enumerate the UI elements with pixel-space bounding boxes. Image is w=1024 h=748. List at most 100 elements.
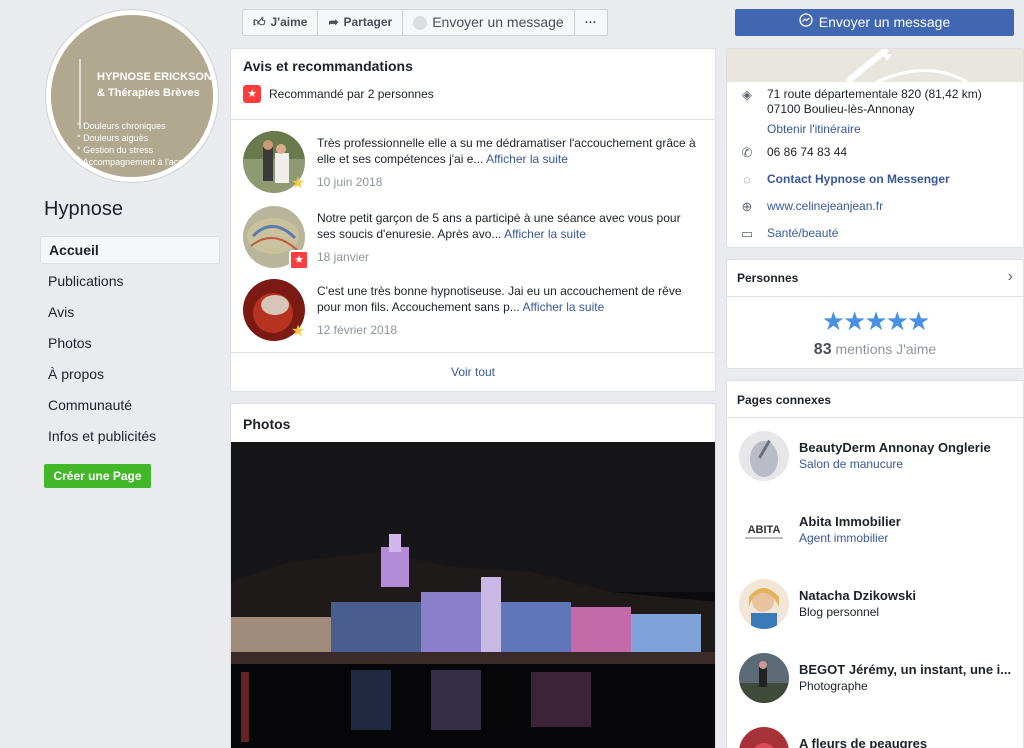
message-label: Envoyer un message <box>432 14 564 30</box>
messenger-icon <box>799 9 813 36</box>
nav-item-accueil[interactable]: Accueil <box>40 236 220 264</box>
related-page-name[interactable]: BEGOT Jérémy, un instant, une i... <box>799 662 1017 677</box>
nav-item-avis[interactable]: Avis <box>40 298 220 326</box>
related-page-item[interactable]: Natacha Dzikowski Blog personnel <box>739 579 1019 633</box>
related-page-item[interactable]: A fleurs de peaugres <box>739 727 1019 748</box>
see-all-link[interactable]: Voir tout <box>231 365 715 379</box>
star-badge-icon: ★ <box>290 323 306 340</box>
related-page-item[interactable]: ABITA Abita Immobilier Agent immobilier <box>739 505 1019 559</box>
show-more-link[interactable]: Afficher la suite <box>504 227 586 241</box>
review-date[interactable]: 18 janvier <box>317 250 369 264</box>
related-page-item[interactable]: BeautyDerm Annonay Onglerie Salon de man… <box>739 431 1019 485</box>
messenger-icon <box>413 15 428 30</box>
related-page-name[interactable]: A fleurs de peaugres <box>799 736 1017 748</box>
star-badge-icon: ★ <box>290 175 306 192</box>
messenger-icon: ◌ <box>743 172 751 187</box>
address-line1: 71 route départementale 820 (81,42 km) <box>767 87 982 101</box>
profile-line1: HYPNOSE ERICKSONIE <box>97 71 218 83</box>
profile-bullet: ° Accompagnement à l'acc <box>77 157 183 167</box>
related-page-item[interactable]: BEGOT Jérémy, un instant, une i... Photo… <box>739 653 1019 707</box>
chevron-right-icon[interactable]: › <box>1008 268 1013 286</box>
show-more-link[interactable]: Afficher la suite <box>522 300 604 314</box>
category-tag-icon: ▭ <box>740 226 754 241</box>
info-card: ◈ 71 route départementale 820 (81,42 km)… <box>726 48 1024 248</box>
people-card: Personnes › ★★★★★ 83 mentions J'aime <box>726 259 1024 369</box>
send-message-button[interactable]: Envoyer un message <box>735 9 1014 36</box>
nav-item-infos-publicites[interactable]: Infos et publicités <box>40 422 220 450</box>
svg-text:ABITA: ABITA <box>748 524 781 536</box>
profile-picture[interactable]: HYPNOSE ERICKSONIE & Thérapies Brèves ° … <box>46 10 218 182</box>
divider <box>727 296 1023 297</box>
address-line2: 07100 Boulieu-lès-Annonay <box>767 102 915 116</box>
share-arrow-icon: ➦ <box>328 15 339 29</box>
directions-diamond-icon: ◈ <box>742 87 752 102</box>
profile-line2: & Thérapies Brèves <box>97 87 200 99</box>
photos-title: Photos <box>243 416 291 432</box>
rating-stars: ★★★★★ <box>821 306 931 336</box>
reviews-card: Avis et recommandations ★ Recommandé par… <box>230 48 716 392</box>
nav-item-photos[interactable]: Photos <box>40 329 220 357</box>
related-page-avatar[interactable] <box>739 431 789 481</box>
reviews-title: Avis et recommandations <box>243 58 413 74</box>
related-page-category[interactable]: Agent immobilier <box>799 531 888 545</box>
related-page-name[interactable]: BeautyDerm Annonay Onglerie <box>799 440 1017 455</box>
review-body: Notre petit garçon de 5 ans a participé … <box>317 211 681 241</box>
recommendation-badge-icon: ★ <box>289 250 309 270</box>
recommendation-summary: ★ Recommandé par 2 personnes <box>243 85 434 103</box>
review-text: Très professionnelle elle a su me dédram… <box>317 135 697 167</box>
recommendation-icon: ★ <box>243 85 261 103</box>
review-body: C'est une très bonne hypnotiseuse. Jai e… <box>317 284 682 314</box>
people-title[interactable]: Personnes <box>737 271 798 285</box>
address-row: ◈ 71 route départementale 820 (81,42 km)… <box>737 87 982 137</box>
page-action-bar: 👍︎ J'aime ➦ Partager Envoyer un message … <box>242 9 608 36</box>
divider <box>231 352 715 353</box>
get-directions-link[interactable]: Obtenir l'itinéraire <box>767 122 982 137</box>
related-page-avatar[interactable] <box>739 579 789 629</box>
globe-icon: ⊕ <box>741 199 753 214</box>
more-button[interactable]: ··· <box>575 10 607 35</box>
nav-item-communaute[interactable]: Communauté <box>40 391 220 419</box>
profile-bullet: ° Gestion du stress <box>77 145 154 155</box>
show-more-link[interactable]: Afficher la suite <box>486 152 568 166</box>
related-page-category[interactable]: Blog personnel <box>799 605 879 619</box>
website-link[interactable]: www.celinejeanjean.fr <box>767 199 883 215</box>
phone-number[interactable]: 06 86 74 83 44 <box>767 145 847 161</box>
send-message-label: Envoyer un message <box>818 14 951 30</box>
related-page-name[interactable]: Abita Immobilier <box>799 514 1017 529</box>
review-date[interactable]: 10 juin 2018 <box>317 175 382 189</box>
related-page-name[interactable]: Natacha Dzikowski <box>799 588 1017 603</box>
related-page-category[interactable]: Salon de manucure <box>799 457 903 471</box>
like-button[interactable]: 👍︎ J'aime <box>243 10 319 35</box>
create-page-button[interactable]: Créer une Page <box>44 464 151 488</box>
profile-bullet: ° Douleurs aiguës <box>77 133 149 143</box>
related-page-avatar[interactable]: ABITA <box>739 505 789 555</box>
related-pages-card: Pages connexes BeautyDerm Annonay Ongler… <box>726 380 1024 748</box>
review-item: ★ C'est une très bonne hypnotiseuse. Jai… <box>243 279 713 349</box>
share-button[interactable]: ➦ Partager <box>318 10 404 35</box>
review-date[interactable]: 12 février 2018 <box>317 323 397 337</box>
thumbs-up-icon: 👍︎ <box>253 15 266 29</box>
category-link[interactable]: Santé/beauté <box>767 226 838 242</box>
messenger-contact-link[interactable]: Contact Hypnose on Messenger <box>767 172 950 188</box>
phone-row: ✆ 06 86 74 83 44 <box>737 145 848 161</box>
related-page-category[interactable]: Photographe <box>799 679 868 693</box>
message-button[interactable]: Envoyer un message <box>403 10 575 35</box>
nav-item-a-propos[interactable]: À propos <box>40 360 220 388</box>
related-page-avatar[interactable] <box>739 727 789 748</box>
related-page-avatar[interactable] <box>739 653 789 703</box>
like-label: J'aime <box>270 15 308 29</box>
likes-count: 83 <box>813 341 832 358</box>
category-row: ▭ Santé/beauté <box>737 226 839 242</box>
location-map[interactable] <box>727 49 1023 85</box>
review-item: ★ Très professionnelle elle a su me dédr… <box>243 131 713 201</box>
photo-thumbnail[interactable] <box>231 442 715 748</box>
review-item: ★ Notre petit garçon de 5 ans a particip… <box>243 206 713 276</box>
nav-item-publications[interactable]: Publications <box>40 267 220 295</box>
photos-card: Photos <box>230 403 716 748</box>
website-row: ⊕ www.celinejeanjean.fr <box>737 199 884 215</box>
recommended-count: Recommandé par 2 personnes <box>269 87 434 101</box>
phone-icon: ✆ <box>741 145 753 160</box>
messenger-row: ◌ Contact Hypnose on Messenger <box>737 172 950 188</box>
likes-label: mentions J'aime <box>835 341 937 357</box>
review-text: Notre petit garçon de 5 ans a participé … <box>317 210 697 242</box>
